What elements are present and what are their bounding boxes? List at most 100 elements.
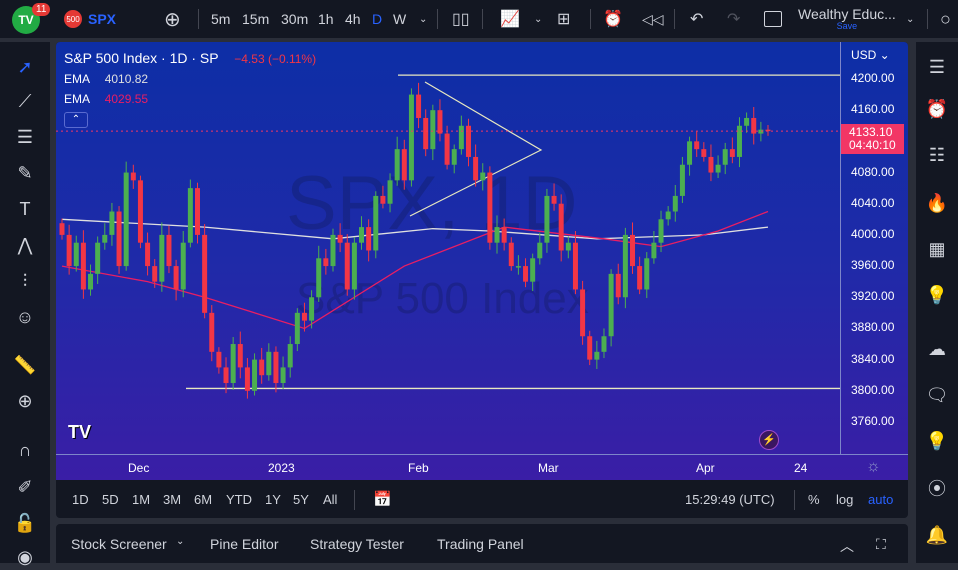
percent-toggle[interactable]: % <box>808 492 820 507</box>
cursor-icon[interactable]: ➚ <box>12 54 38 80</box>
candle-body <box>551 195 557 204</box>
tab-stock-screener[interactable]: Stock Screener <box>71 536 167 552</box>
interval-5m[interactable]: 5m <box>211 0 230 38</box>
range-ytd[interactable]: YTD <box>226 492 252 507</box>
save-label[interactable]: Save <box>837 22 858 31</box>
prediction-icon[interactable]: ⫶ <box>12 268 38 294</box>
replay-icon[interactable]: ◁◁ <box>642 0 664 38</box>
ideas-icon[interactable]: 💡 <box>922 280 952 310</box>
watchlist-icon[interactable]: ☰ <box>922 52 952 82</box>
layout-grid-icon[interactable]: ⊞ <box>557 0 570 38</box>
eye-icon[interactable]: ◉ <box>12 544 38 570</box>
candle-body <box>230 344 236 384</box>
candle-body <box>687 141 693 165</box>
top-toolbar: TV 11 500 SPX ⊕ 5m 15m 30m 1h 4h D W ⌄ ▯… <box>0 0 958 38</box>
pattern-icon[interactable]: ⋀ <box>12 232 38 258</box>
brush-icon[interactable]: ✎ <box>12 160 38 186</box>
interval-30m[interactable]: 30m <box>281 0 308 38</box>
range-1m[interactable]: 1M <box>132 492 150 507</box>
alerts-icon[interactable]: ⏰ <box>922 94 952 124</box>
text-icon[interactable]: T <box>12 196 38 222</box>
chart-area[interactable]: SPX, 1D S&P 500 Index S&P 500 Index · 1D… <box>56 42 908 480</box>
lock-icon[interactable]: 🔓 <box>12 510 38 536</box>
range-all[interactable]: All <box>323 492 337 507</box>
layout-menu[interactable]: Wealthy Educ... Save <box>798 0 896 38</box>
currency-selector[interactable]: USD ⌄ <box>851 48 890 62</box>
auto-toggle[interactable]: auto <box>868 492 893 507</box>
interval-1h[interactable]: 1h <box>318 0 334 38</box>
tab-pine-editor[interactable]: Pine Editor <box>210 536 278 552</box>
chevron-down-icon[interactable]: ⌄ <box>906 0 914 38</box>
ruler-icon[interactable]: 📏 <box>12 352 38 378</box>
bottom-panel: Stock Screener ⌄ Pine Editor Strategy Te… <box>56 524 908 563</box>
candle-body <box>622 234 628 298</box>
notifications-bell-icon[interactable]: 🔔 <box>922 520 952 550</box>
time-axis[interactable]: Dec 2023 Feb Mar Apr 24 ☼ <box>56 454 908 480</box>
range-5d[interactable]: 5D <box>102 492 119 507</box>
search-icon[interactable]: ○ <box>940 0 951 38</box>
interval-15m[interactable]: 15m <box>242 0 269 38</box>
candle-body <box>316 258 322 298</box>
interval-d[interactable]: D <box>372 0 382 38</box>
chevron-down-icon[interactable]: ⌄ <box>534 0 542 38</box>
magnet-icon[interactable]: ∩ <box>12 437 38 463</box>
chat-icon[interactable]: ☁ <box>922 334 952 364</box>
candle-body <box>537 242 543 259</box>
candle-body <box>252 359 258 391</box>
candle-body <box>665 211 671 220</box>
interval-w[interactable]: W <box>393 0 406 38</box>
symbol-name: SPX <box>88 11 117 27</box>
add-symbol-icon[interactable]: ⊕ <box>164 0 181 38</box>
notification-badge: 11 <box>32 3 51 16</box>
chevron-down-icon[interactable]: ⌄ <box>176 536 184 547</box>
data-window-icon[interactable]: ☷ <box>922 140 952 170</box>
calendar-icon[interactable]: ▦ <box>922 234 952 264</box>
candle-body <box>530 258 536 282</box>
candle-body <box>416 94 422 118</box>
collapse-panel-icon[interactable]: ︿ <box>840 536 854 556</box>
fib-icon[interactable]: ☰ <box>12 124 38 150</box>
chevron-down-icon[interactable]: ⌄ <box>419 0 427 38</box>
indicators-icon[interactable]: 📈 <box>500 0 520 38</box>
candle-body <box>430 110 436 150</box>
ema1-label[interactable]: EMA <box>64 72 89 86</box>
range-1d[interactable]: 1D <box>72 492 89 507</box>
range-5y[interactable]: 5Y <box>293 492 309 507</box>
collapse-legend-button[interactable]: ⌃ <box>64 112 88 128</box>
ema2-label[interactable]: EMA <box>64 92 89 106</box>
clock-timezone[interactable]: 15:29:49 (UTC) <box>685 492 775 507</box>
messages-icon[interactable]: 🗨 <box>922 380 952 410</box>
tab-trading-panel[interactable]: Trading Panel <box>437 536 524 552</box>
fullscreen-box-icon[interactable] <box>764 0 782 38</box>
candle-body <box>66 234 72 267</box>
lock-drawing-icon[interactable]: ✐ <box>12 474 38 500</box>
range-bar: 1D 5D 1M 3M 6M YTD 1Y 5Y All 📅 15:29:49 … <box>56 480 908 518</box>
hotlist-icon[interactable]: 🔥 <box>922 188 952 218</box>
lightning-icon[interactable]: ⚡ <box>759 430 779 450</box>
candle-body <box>565 242 571 251</box>
range-1y[interactable]: 1Y <box>265 492 281 507</box>
emoji-icon[interactable]: ☺ <box>12 304 38 330</box>
range-3m[interactable]: 3M <box>163 492 181 507</box>
symbol-search[interactable]: 500 SPX <box>64 0 116 38</box>
streams-icon[interactable]: 💡 <box>922 426 952 456</box>
candle-body <box>216 351 222 368</box>
redo-icon[interactable]: ↷ <box>727 0 740 38</box>
interval-4h[interactable]: 4h <box>345 0 361 38</box>
log-toggle[interactable]: log <box>836 492 853 507</box>
candle-body <box>451 149 457 165</box>
undo-icon[interactable]: ↶ <box>690 0 703 38</box>
alert-icon[interactable]: ⏰ <box>603 0 623 38</box>
zoom-icon[interactable]: ⊕ <box>12 388 38 414</box>
price-label: 3760.00 <box>851 413 895 428</box>
maximize-panel-icon[interactable]: ⛶ <box>876 536 886 553</box>
trendline-icon[interactable]: ⟋ <box>12 88 38 114</box>
range-6m[interactable]: 6M <box>194 492 212 507</box>
candles-icon[interactable]: ▯▯ <box>452 0 470 38</box>
goto-date-icon[interactable]: 📅 <box>373 490 392 508</box>
settings-gear-icon[interactable]: ☼ <box>866 458 881 476</box>
price-label: 3800.00 <box>851 382 895 397</box>
price-axis[interactable]: USD ⌄ 4200.00 4160.00 4080.00 4040.00 4000.0… <box>840 42 908 454</box>
tab-strategy-tester[interactable]: Strategy Tester <box>310 536 404 552</box>
broadcast-icon[interactable]: ⦿ <box>922 474 952 504</box>
